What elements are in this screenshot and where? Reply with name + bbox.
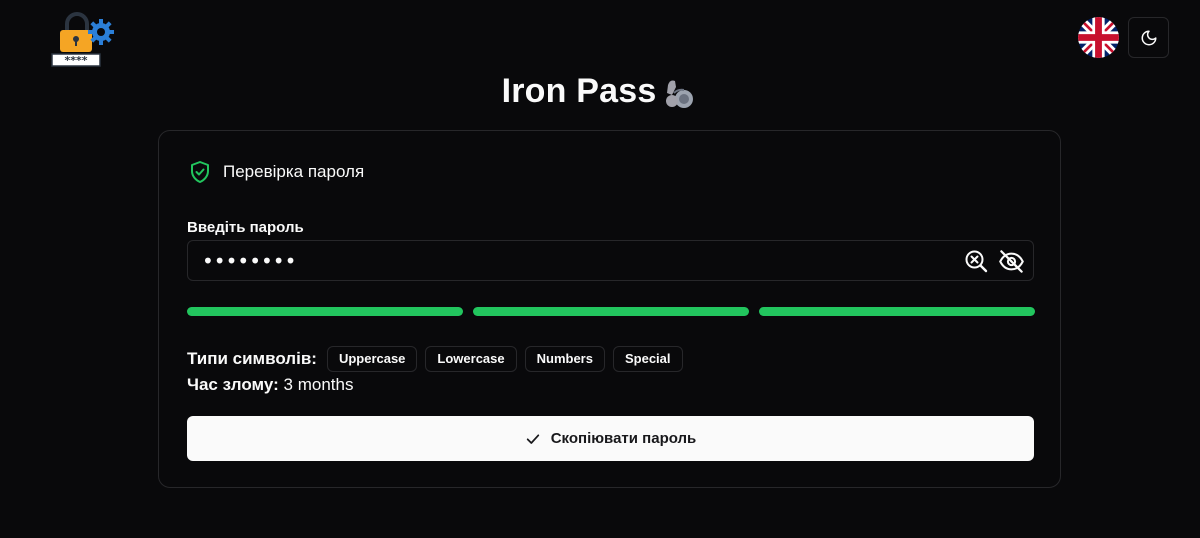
top-controls xyxy=(1078,17,1169,58)
moon-icon xyxy=(1141,30,1156,45)
page-title: Iron Pass xyxy=(501,72,657,110)
clear-input-button[interactable] xyxy=(964,249,988,273)
type-badge-numbers: Numbers xyxy=(524,346,605,372)
language-switch-button[interactable] xyxy=(1078,17,1119,58)
type-badge-uppercase: Uppercase xyxy=(326,346,418,372)
strength-segment xyxy=(759,307,1035,316)
card-title: Перевірка пароля xyxy=(223,162,365,181)
copy-password-label: Скопіювати пароль xyxy=(550,430,697,447)
crack-time-row: Час злому: 3 months xyxy=(187,375,353,395)
crack-time-label: Час злому: xyxy=(187,375,279,394)
svg-text:****: **** xyxy=(64,54,87,67)
strength-meter xyxy=(187,307,1035,316)
eye-off-icon xyxy=(999,250,1024,273)
password-input-label: Введіть пароль xyxy=(187,219,304,236)
check-icon xyxy=(526,433,539,444)
character-types-row: Типи символів: Uppercase Lowercase Numbe… xyxy=(187,346,683,372)
lock-gear-logo-icon: **** xyxy=(51,12,114,67)
toggle-visibility-button[interactable] xyxy=(998,248,1025,275)
theme-toggle-button[interactable] xyxy=(1128,17,1169,58)
copy-password-button[interactable]: Скопіювати пароль xyxy=(187,416,1034,461)
card-header: Перевірка пароля xyxy=(188,159,364,185)
type-badge-special: Special xyxy=(612,346,683,372)
strength-segment xyxy=(473,307,749,316)
password-input[interactable] xyxy=(188,241,948,280)
shield-check-icon xyxy=(191,161,209,183)
password-check-card: Перевірка пароля Введіть пароль Типи сим… xyxy=(158,130,1061,488)
password-input-wrapper xyxy=(187,240,1034,281)
app-page: **** Iron Pass Перевірка пароля Введіть … xyxy=(0,0,1200,538)
type-badge-lowercase: Lowercase xyxy=(425,346,517,372)
character-types-label: Типи символів: xyxy=(187,349,317,368)
page-title-row: Iron Pass xyxy=(0,72,1200,111)
logo[interactable]: **** xyxy=(50,10,120,68)
strength-segment xyxy=(187,307,463,316)
clear-search-icon xyxy=(965,250,988,273)
uk-flag-icon xyxy=(1078,17,1119,58)
flexed-biceps-icon xyxy=(666,80,694,108)
crack-time-value: 3 months xyxy=(283,375,354,394)
